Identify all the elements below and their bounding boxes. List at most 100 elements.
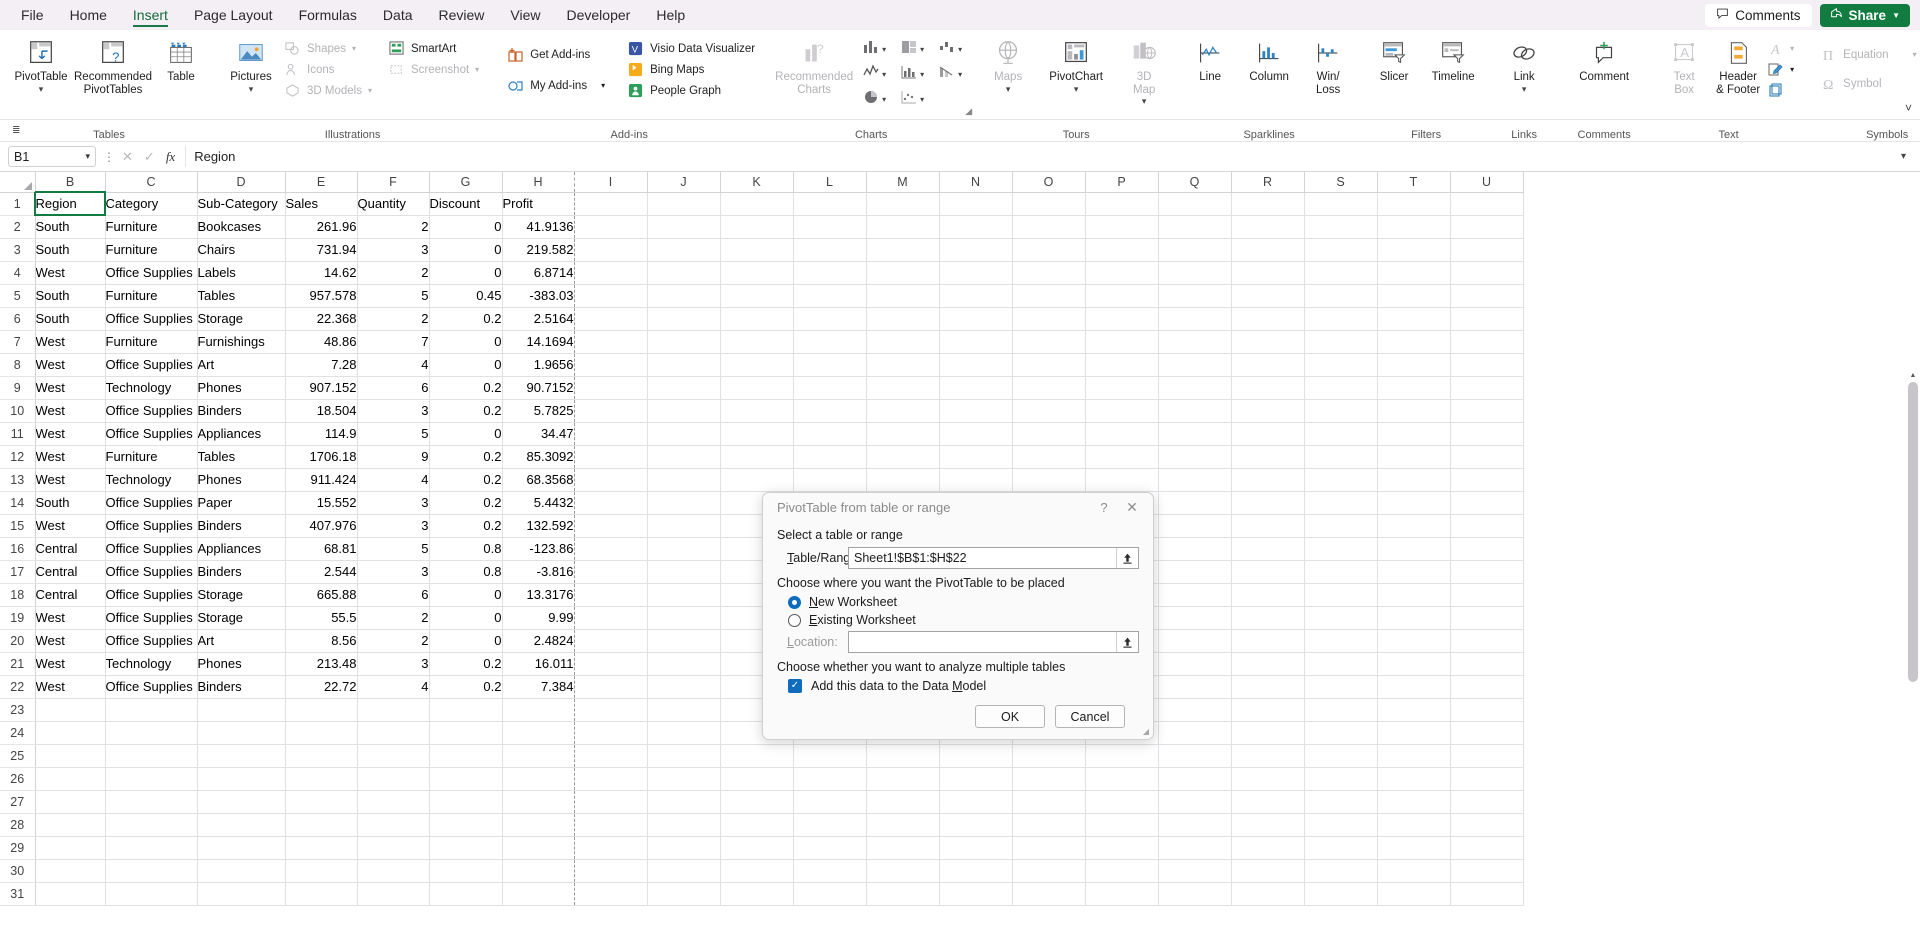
sheet-cell[interactable]: [1158, 629, 1232, 653]
sheet-cell[interactable]: [1231, 238, 1305, 262]
sheet-cell[interactable]: [866, 192, 940, 216]
sheet-cell[interactable]: 5: [357, 284, 430, 308]
sheet-cell[interactable]: 3: [357, 491, 430, 515]
sheet-cell[interactable]: [1085, 238, 1159, 262]
signature-line-button[interactable]: ▾: [1765, 59, 1800, 80]
sheet-cell[interactable]: Category: [105, 192, 198, 216]
sheet-cell[interactable]: [1012, 238, 1086, 262]
sheet-cell[interactable]: [1377, 606, 1451, 630]
sheet-cell[interactable]: [866, 399, 940, 423]
sheet-cell[interactable]: 731.94: [285, 238, 358, 262]
sheet-cell[interactable]: [1158, 307, 1232, 331]
sheet-cell[interactable]: [429, 790, 503, 814]
sheet-cell[interactable]: [1158, 445, 1232, 469]
expand-formula-bar-icon[interactable]: ▾: [1895, 151, 1912, 162]
sheet-cell[interactable]: [1158, 491, 1232, 515]
sheet-cell[interactable]: [1231, 859, 1305, 883]
sheet-cell[interactable]: [939, 261, 1013, 285]
sheet-cell[interactable]: [939, 744, 1013, 768]
sheet-cell[interactable]: Furniture: [105, 215, 198, 239]
sheet-cell[interactable]: [939, 215, 1013, 239]
sheet-cell[interactable]: [866, 836, 940, 860]
sheet-cell[interactable]: [1304, 698, 1378, 722]
sheet-cell[interactable]: [1450, 468, 1524, 492]
sheet-cell[interactable]: [720, 790, 794, 814]
sheet-cell[interactable]: 0.2: [429, 514, 503, 538]
sheet-cell[interactable]: West: [35, 399, 106, 423]
3d-models-button[interactable]: 3D Models ▾: [282, 80, 378, 101]
sheet-cell[interactable]: [1158, 721, 1232, 745]
sheet-cell[interactable]: 5.4432: [502, 491, 575, 515]
sheet-cell[interactable]: [574, 836, 648, 860]
sheet-cell[interactable]: [574, 629, 648, 653]
sheet-cell[interactable]: [1231, 353, 1305, 377]
chevron-down-icon[interactable]: ▾: [601, 81, 605, 90]
sheet-cell[interactable]: [939, 882, 1013, 906]
chevron-down-icon[interactable]: ▾: [882, 70, 886, 79]
sheet-cell[interactable]: [1231, 330, 1305, 354]
wordart-button[interactable]: A ▾: [1765, 38, 1800, 59]
sheet-cell[interactable]: [939, 192, 1013, 216]
chevron-down-icon[interactable]: ▾: [958, 45, 962, 54]
sheet-cell[interactable]: [720, 192, 794, 216]
sheet-cell[interactable]: [939, 238, 1013, 262]
sheet-cell[interactable]: [35, 882, 106, 906]
chevron-down-icon[interactable]: ▾: [1790, 44, 1794, 53]
sheet-cell[interactable]: South: [35, 491, 106, 515]
column-header-D[interactable]: D: [197, 172, 286, 193]
row-header[interactable]: 11: [0, 422, 36, 446]
range-selector-icon[interactable]: [1116, 632, 1138, 652]
sheet-cell[interactable]: [574, 790, 648, 814]
sheet-cell[interactable]: [35, 721, 106, 745]
sheet-cell[interactable]: [1304, 560, 1378, 584]
sheet-cell[interactable]: [105, 859, 198, 883]
sheet-cell[interactable]: [1304, 606, 1378, 630]
close-icon[interactable]: ✕: [1117, 497, 1147, 519]
sheet-cell[interactable]: [1231, 813, 1305, 837]
sheet-cell[interactable]: [1231, 698, 1305, 722]
sheet-cell[interactable]: [357, 882, 430, 906]
sheet-cell[interactable]: [1231, 192, 1305, 216]
sheet-cell[interactable]: 0: [429, 583, 503, 607]
column-header-T[interactable]: T: [1377, 172, 1451, 193]
row-header[interactable]: 7: [0, 330, 36, 354]
sheet-cell[interactable]: [647, 721, 721, 745]
sheet-cell[interactable]: Technology: [105, 376, 198, 400]
sheet-cell[interactable]: [1012, 307, 1086, 331]
sheet-cell[interactable]: 3: [357, 652, 430, 676]
sheet-cell[interactable]: [647, 261, 721, 285]
sheet-cell[interactable]: 7.28: [285, 353, 358, 377]
sheet-cell[interactable]: [939, 284, 1013, 308]
sheet-cell[interactable]: [1304, 629, 1378, 653]
sheet-cell[interactable]: [1231, 606, 1305, 630]
statistic-chart-button[interactable]: ▾: [893, 62, 931, 87]
sheet-cell[interactable]: Office Supplies: [105, 537, 198, 561]
sheet-cell[interactable]: 5: [357, 422, 430, 446]
sheet-cell[interactable]: [35, 836, 106, 860]
data-model-checkbox-row[interactable]: ✓ Add this data to the Data Model: [777, 679, 1139, 693]
sheet-cell[interactable]: [1377, 744, 1451, 768]
sheet-cell[interactable]: [720, 813, 794, 837]
sheet-cell[interactable]: [1158, 192, 1232, 216]
sheet-cell[interactable]: 2: [357, 307, 430, 331]
sheet-cell[interactable]: [1085, 836, 1159, 860]
sheet-cell[interactable]: [1012, 284, 1086, 308]
people-graph-button[interactable]: People Graph: [625, 80, 761, 101]
sheet-cell[interactable]: [1377, 215, 1451, 239]
sheet-cell[interactable]: Binders: [197, 514, 286, 538]
sheet-cell[interactable]: 0.2: [429, 652, 503, 676]
sheet-cell[interactable]: [1012, 353, 1086, 377]
sheet-cell[interactable]: [939, 790, 1013, 814]
sheet-cell[interactable]: [866, 813, 940, 837]
cancel-icon[interactable]: ✕: [122, 149, 133, 165]
sheet-cell[interactable]: 2.5164: [502, 307, 575, 331]
sheet-cell[interactable]: [793, 859, 867, 883]
sheet-cell[interactable]: Binders: [197, 560, 286, 584]
sheet-cell[interactable]: [1304, 675, 1378, 699]
sheet-cell[interactable]: [105, 767, 198, 791]
row-header[interactable]: 23: [0, 698, 36, 722]
sheet-cell[interactable]: [939, 422, 1013, 446]
sheet-cell[interactable]: [1231, 261, 1305, 285]
sheet-cell[interactable]: [1304, 583, 1378, 607]
sheet-cell[interactable]: [1304, 882, 1378, 906]
